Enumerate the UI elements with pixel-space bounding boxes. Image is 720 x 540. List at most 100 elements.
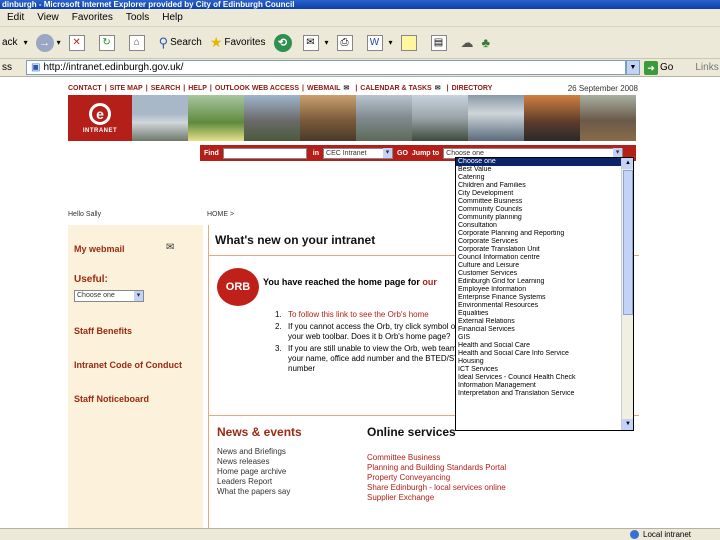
dropdown-option[interactable]: Equalities [456,310,621,318]
news-link[interactable]: Leaders Report [217,477,290,487]
news-link[interactable]: What the papers say [217,487,290,497]
research-button[interactable]: ▤ [430,34,453,51]
left-sidebar: My webmail ✉ Useful: Choose one Staff Be… [68,225,203,540]
dropdown-option[interactable]: Choose one [456,158,621,166]
history-icon: ⟲ [273,33,292,52]
dropdown-option[interactable]: Corporate Services [456,238,621,246]
dropdown-option[interactable]: External Relations [456,318,621,326]
dropdown-option[interactable]: Interpretation and Translation Service [456,390,621,398]
news-link[interactable]: News and Briefings [217,447,290,457]
banner-photo [468,95,524,141]
print-button[interactable]: ⎙ [336,34,359,51]
menu-edit[interactable]: Edit [7,12,24,23]
dropdown-scrollbar[interactable]: ▲ ▼ [621,158,633,430]
dropdown-option[interactable]: City Development [456,190,621,198]
favorites-button[interactable]: ★ Favorites [210,34,266,51]
scroll-up-button[interactable]: ▲ [622,158,633,169]
dropdown-option[interactable]: Employee Information [456,286,621,294]
dropdown-option[interactable]: ICT Services [456,366,621,374]
jump-to-dropdown-list[interactable]: Choose one Best Value Catering Children and… [455,157,634,431]
dropdown-option[interactable]: Health and Social Care [456,342,621,350]
dropdown-option[interactable]: Housing [456,358,621,366]
find-input[interactable] [222,147,307,159]
home-button[interactable]: ⌂ [128,34,151,51]
dropdown-option[interactable]: Edinburgh Grid for Learning [456,278,621,286]
jump-label: Jump to [411,149,440,157]
online-service-link[interactable]: Supplier Exchange [367,493,506,503]
go-button[interactable]: ➜ Go [644,60,673,75]
nav-outlook-web-access[interactable]: OUTLOOK WEB ACCESS [215,85,299,92]
stop-button[interactable]: ✕ [68,34,91,51]
dropdown-option[interactable]: Committee Business [456,198,621,206]
discuss-button[interactable]: ♣ [482,35,491,50]
search-scope-select[interactable]: CEC Intranet [323,147,394,159]
dropdown-option[interactable]: Information Management [456,382,621,390]
dropdown-option[interactable]: Enterprise Finance Systems [456,294,621,302]
mail-button[interactable]: ✉ ▾ [302,34,329,51]
back-button[interactable]: ack ▾ [2,37,28,48]
dropdown-option[interactable]: Council Information centre [456,254,621,262]
online-service-link[interactable]: Property Conveyancing [367,473,506,483]
news-link[interactable]: Home page archive [217,467,290,477]
nav-separator: | [104,84,107,92]
search-go-button[interactable]: GO [397,150,408,157]
dropdown-option[interactable]: Health and Social Care Info Service [456,350,621,358]
links-label[interactable]: Links [695,62,718,73]
nav-site-map[interactable]: SITE MAP [110,85,143,92]
dropdown-option[interactable]: Children and Families [456,182,621,190]
dropdown-option[interactable]: Environmental Resources [456,302,621,310]
step-item: 2. If you cannot access the Orb, try clic… [275,322,475,342]
dropdown-option[interactable]: GIS [456,334,621,342]
breadcrumb[interactable]: HOME > [207,211,234,218]
address-field[interactable]: ▣ http://intranet.edinburgh.gov.uk/ [26,60,626,75]
dropdown-option[interactable]: Community Councils [456,206,621,214]
dropdown-option[interactable]: Customer Services [456,270,621,278]
instruction-steps: 1. To follow this link to see the Orb's h… [275,310,475,376]
code-of-conduct-link[interactable]: Intranet Code of Conduct [74,360,182,370]
menu-view[interactable]: View [37,12,59,23]
scroll-thumb[interactable] [623,170,633,315]
dropdown-option[interactable]: Consultation [456,222,621,230]
online-service-link[interactable]: Committee Business [367,453,506,463]
online-service-link[interactable]: Share Edinburgh - local services online [367,483,506,493]
refresh-button[interactable]: ↻ [98,34,121,51]
my-webmail-link[interactable]: My webmail [74,244,125,254]
orb-logo[interactable]: ORB [217,268,259,306]
online-service-link[interactable]: Planning and Building Standards Portal [367,463,506,473]
menu-help[interactable]: Help [162,12,183,23]
nav-webmail[interactable]: WEBMAIL [307,85,340,92]
nav-contact[interactable]: CONTACT [68,85,102,92]
nav-directory[interactable]: DIRECTORY [452,85,493,92]
chevron-down-icon[interactable]: ▾ [24,38,28,47]
forward-button[interactable]: → ▾ [35,33,61,52]
nav-calendar-tasks[interactable]: CALENDAR & TASKS [360,85,431,92]
banner-photos [132,95,636,141]
menu-tools[interactable]: Tools [126,12,149,23]
staff-noticeboard-link[interactable]: Staff Noticeboard [74,394,149,404]
intranet-logo[interactable]: e INTRANET [68,95,132,141]
address-dropdown-button[interactable]: ▼ [626,60,640,75]
step-text[interactable]: To follow this link to see the Orb's hom… [288,310,429,319]
dropdown-option[interactable]: Ideal Services - Council Health Check [456,374,621,382]
dropdown-option[interactable]: Financial Services [456,326,621,334]
nav-search[interactable]: SEARCH [151,85,181,92]
notes-button[interactable] [400,34,423,51]
dropdown-option[interactable]: Culture and Leisure [456,262,621,270]
messenger-button[interactable]: ☁ [461,35,474,51]
dropdown-option[interactable]: Community planning [456,214,621,222]
dropdown-option[interactable]: Catering [456,174,621,182]
nav-help[interactable]: HELP [188,85,207,92]
useful-select[interactable]: Choose one [74,290,144,302]
search-button[interactable]: ⚲ Search [159,35,202,51]
dropdown-option[interactable]: Corporate Planning and Reporting [456,230,621,238]
scroll-down-button[interactable]: ▼ [622,419,633,430]
staff-benefits-link[interactable]: Staff Benefits [74,326,132,336]
menu-favorites[interactable]: Favorites [72,12,113,23]
edit-button[interactable]: W ▾ [366,34,393,51]
dropdown-option[interactable]: Best Value [456,166,621,174]
step-number: 1. [275,310,282,319]
dropdown-option[interactable]: Corporate Translation Unit [456,246,621,254]
step-text: If you are still unable to view the Orb,… [288,344,473,373]
news-link[interactable]: News releases [217,457,290,467]
history-button[interactable]: ⟲ [273,33,295,52]
